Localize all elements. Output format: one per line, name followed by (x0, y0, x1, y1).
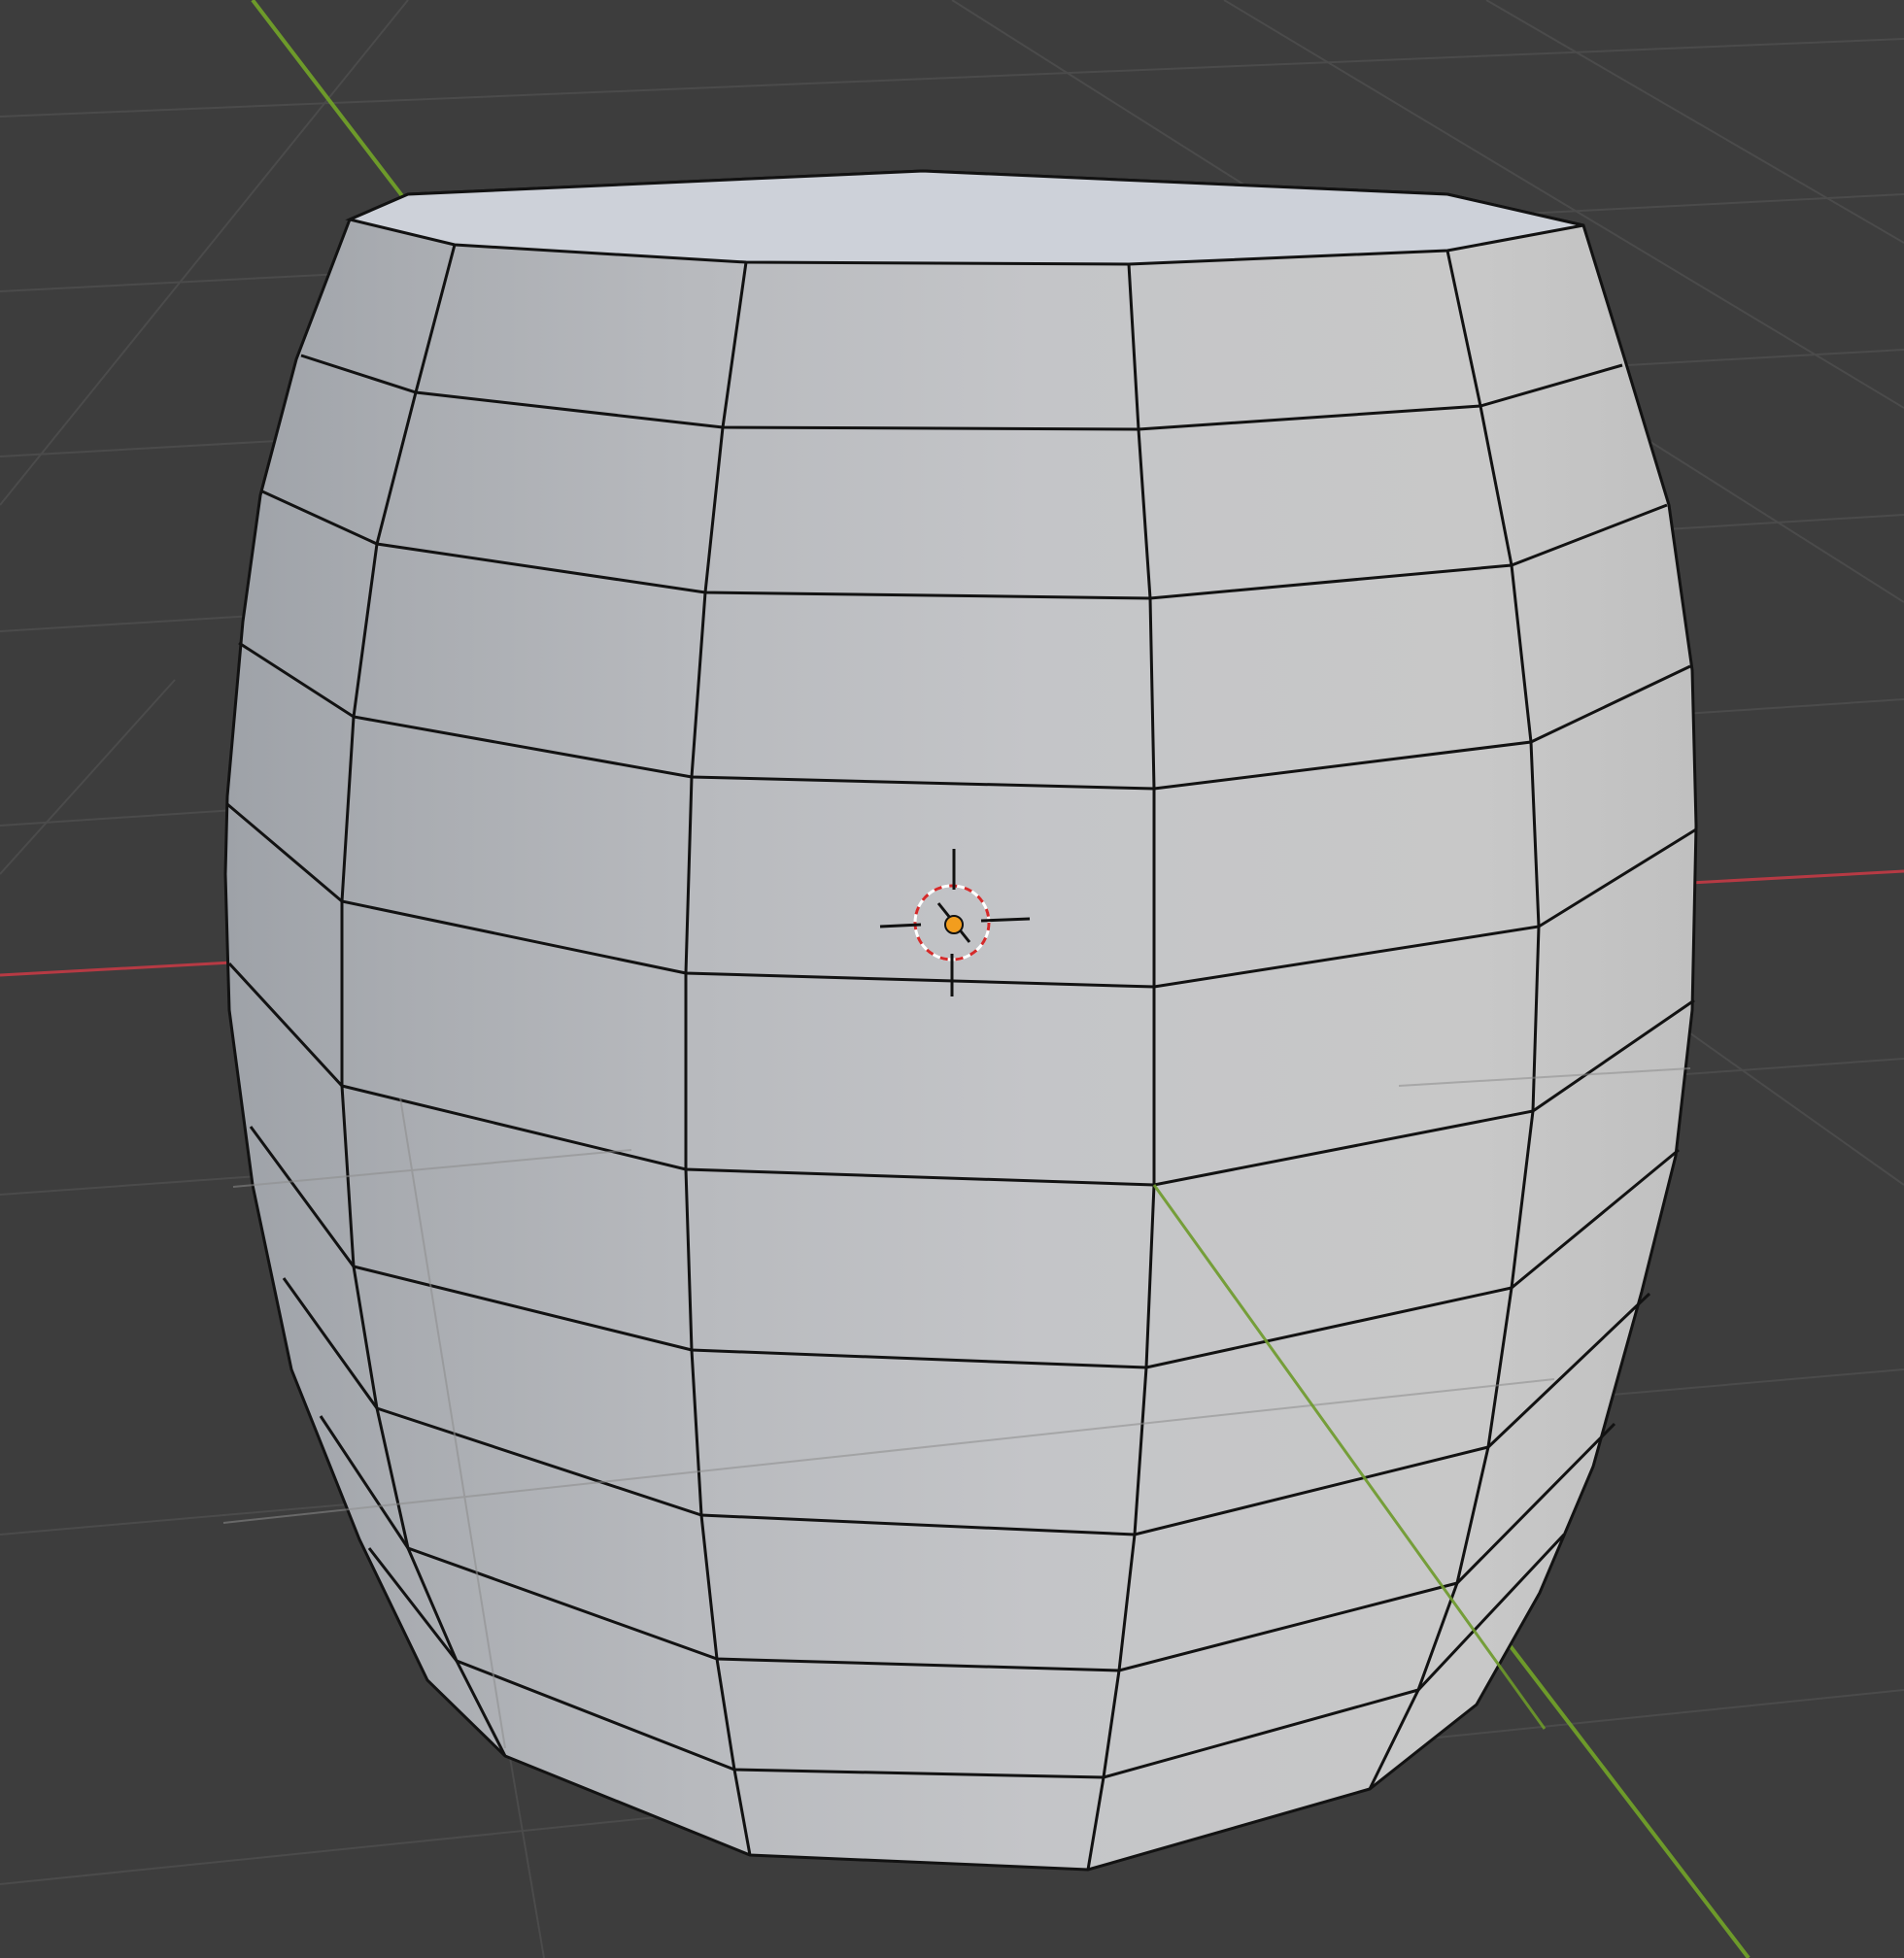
barrel-body (223, 169, 1698, 1872)
viewport-scene[interactable] (0, 0, 1904, 1958)
3d-cursor-crosshair-right (980, 917, 1031, 923)
3d-viewport[interactable] (0, 0, 1904, 1958)
3d-cursor-crosshair-left (879, 923, 922, 928)
origin-point-icon[interactable] (944, 915, 964, 934)
barrel-mesh[interactable] (222, 169, 1698, 1872)
